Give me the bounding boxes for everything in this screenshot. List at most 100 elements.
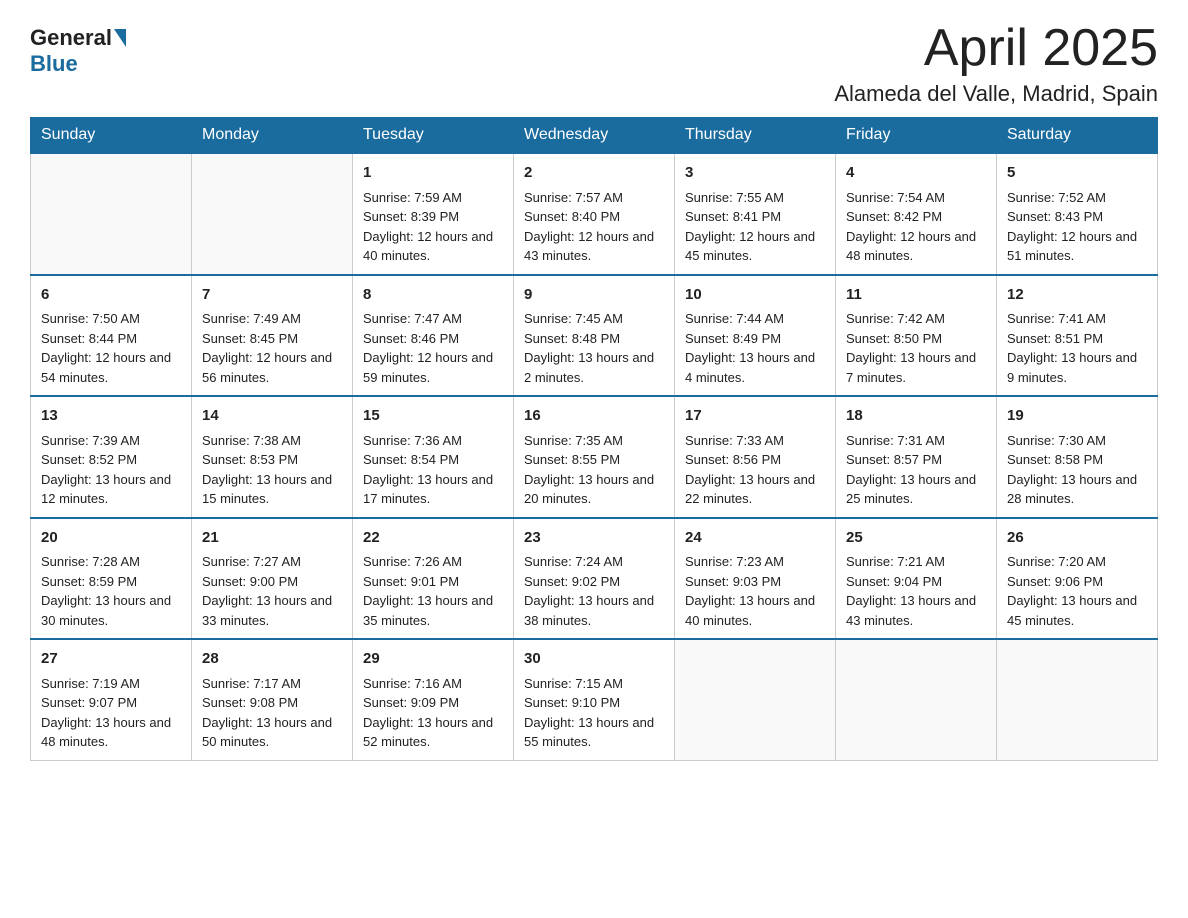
- header-cell-monday: Monday: [192, 118, 353, 154]
- day-number: 4: [846, 162, 986, 185]
- day-info: Sunrise: 7:26 AMSunset: 9:01 PMDaylight:…: [363, 552, 503, 630]
- calendar-cell: 7Sunrise: 7:49 AMSunset: 8:45 PMDaylight…: [192, 275, 353, 397]
- calendar-cell: 23Sunrise: 7:24 AMSunset: 9:02 PMDayligh…: [514, 518, 675, 640]
- calendar-cell: 6Sunrise: 7:50 AMSunset: 8:44 PMDaylight…: [31, 275, 192, 397]
- day-number: 3: [685, 162, 825, 185]
- day-info: Sunrise: 7:27 AMSunset: 9:00 PMDaylight:…: [202, 552, 342, 630]
- calendar-cell: [31, 153, 192, 275]
- header-cell-thursday: Thursday: [675, 118, 836, 154]
- day-info: Sunrise: 7:19 AMSunset: 9:07 PMDaylight:…: [41, 674, 181, 752]
- calendar-cell: [997, 639, 1158, 760]
- day-number: 16: [524, 405, 664, 428]
- calendar-cell: 12Sunrise: 7:41 AMSunset: 8:51 PMDayligh…: [997, 275, 1158, 397]
- day-info: Sunrise: 7:36 AMSunset: 8:54 PMDaylight:…: [363, 431, 503, 509]
- day-info: Sunrise: 7:54 AMSunset: 8:42 PMDaylight:…: [846, 188, 986, 266]
- calendar-cell: [675, 639, 836, 760]
- header-cell-sunday: Sunday: [31, 118, 192, 154]
- calendar-row: 27 Sunrise: 7:19 AMSunset: 9:07 PMDayligh…: [31, 639, 1158, 760]
- day-info: Sunrise: 7:17 AMSunset: 9:08 PMDaylight:…: [202, 674, 342, 752]
- day-number: 25: [846, 527, 986, 550]
- day-info: Sunrise: 7:31 AMSunset: 8:57 PMDaylight:…: [846, 431, 986, 509]
- day-number: 24: [685, 527, 825, 550]
- day-number: 15: [363, 405, 503, 428]
- day-number: 10: [685, 284, 825, 307]
- calendar-cell: 10Sunrise: 7:44 AMSunset: 8:49 PMDayligh…: [675, 275, 836, 397]
- calendar-cell: [192, 153, 353, 275]
- day-number: 14: [202, 405, 342, 428]
- day-number: 5: [1007, 162, 1147, 185]
- logo-arrow-icon: [114, 29, 126, 47]
- day-info: Sunrise: 7:49 AMSunset: 8:45 PMDaylight:…: [202, 309, 342, 387]
- calendar-cell: 3Sunrise: 7:55 AMSunset: 8:41 PMDaylight…: [675, 153, 836, 275]
- calendar-cell: 5 Sunrise: 7:52 AMSunset: 8:43 PMDaylight…: [997, 153, 1158, 275]
- day-number: 13: [41, 405, 181, 428]
- day-info: Sunrise: 7:45 AMSunset: 8:48 PMDaylight:…: [524, 309, 664, 387]
- header-cell-tuesday: Tuesday: [353, 118, 514, 154]
- day-info: Sunrise: 7:23 AMSunset: 9:03 PMDaylight:…: [685, 552, 825, 630]
- day-number: 20: [41, 527, 181, 550]
- calendar-cell: 29Sunrise: 7:16 AMSunset: 9:09 PMDayligh…: [353, 639, 514, 760]
- day-number: 9: [524, 284, 664, 307]
- calendar-cell: 24Sunrise: 7:23 AMSunset: 9:03 PMDayligh…: [675, 518, 836, 640]
- calendar-cell: 21Sunrise: 7:27 AMSunset: 9:00 PMDayligh…: [192, 518, 353, 640]
- day-info: Sunrise: 7:47 AMSunset: 8:46 PMDaylight:…: [363, 309, 503, 387]
- calendar-cell: 16Sunrise: 7:35 AMSunset: 8:55 PMDayligh…: [514, 396, 675, 518]
- calendar-cell: 8Sunrise: 7:47 AMSunset: 8:46 PMDaylight…: [353, 275, 514, 397]
- calendar-cell: 18 Sunrise: 7:31 AMSunset: 8:57 PMDayligh…: [836, 396, 997, 518]
- header-cell-wednesday: Wednesday: [514, 118, 675, 154]
- calendar-row: 1Sunrise: 7:59 AMSunset: 8:39 PMDaylight…: [31, 153, 1158, 275]
- day-info: Sunrise: 7:41 AMSunset: 8:51 PMDaylight:…: [1007, 309, 1147, 387]
- calendar-cell: 11Sunrise: 7:42 AMSunset: 8:50 PMDayligh…: [836, 275, 997, 397]
- header-cell-friday: Friday: [836, 118, 997, 154]
- page-header: General Blue April 2025 Alameda del Vall…: [30, 20, 1158, 107]
- calendar-body: 1Sunrise: 7:59 AMSunset: 8:39 PMDaylight…: [31, 153, 1158, 760]
- day-number: 22: [363, 527, 503, 550]
- calendar-cell: 22Sunrise: 7:26 AMSunset: 9:01 PMDayligh…: [353, 518, 514, 640]
- day-info: Sunrise: 7:52 AMSunset: 8:43 PMDaylight:…: [1007, 188, 1147, 266]
- day-info: Sunrise: 7:39 AMSunset: 8:52 PMDaylight:…: [41, 431, 181, 509]
- day-info: Sunrise: 7:15 AMSunset: 9:10 PMDaylight:…: [524, 674, 664, 752]
- day-number: 23: [524, 527, 664, 550]
- page-subtitle: Alameda del Valle, Madrid, Spain: [834, 81, 1158, 107]
- day-info: Sunrise: 7:28 AMSunset: 8:59 PMDaylight:…: [41, 552, 181, 630]
- day-number: 30: [524, 648, 664, 671]
- title-block: April 2025 Alameda del Valle, Madrid, Sp…: [834, 20, 1158, 107]
- calendar-cell: 27 Sunrise: 7:19 AMSunset: 9:07 PMDayligh…: [31, 639, 192, 760]
- calendar-row: 20Sunrise: 7:28 AMSunset: 8:59 PMDayligh…: [31, 518, 1158, 640]
- calendar-row: 13 Sunrise: 7:39 AMSunset: 8:52 PMDayligh…: [31, 396, 1158, 518]
- day-info: Sunrise: 7:30 AMSunset: 8:58 PMDaylight:…: [1007, 431, 1147, 509]
- day-number: 2: [524, 162, 664, 185]
- day-number: 17: [685, 405, 825, 428]
- calendar-cell: 26Sunrise: 7:20 AMSunset: 9:06 PMDayligh…: [997, 518, 1158, 640]
- calendar-header: SundayMondayTuesdayWednesdayThursdayFrid…: [31, 118, 1158, 154]
- day-number: 18: [846, 405, 986, 428]
- day-number: 8: [363, 284, 503, 307]
- day-info: Sunrise: 7:59 AMSunset: 8:39 PMDaylight:…: [363, 188, 503, 266]
- calendar-cell: 2Sunrise: 7:57 AMSunset: 8:40 PMDaylight…: [514, 153, 675, 275]
- calendar-cell: [836, 639, 997, 760]
- header-cell-saturday: Saturday: [997, 118, 1158, 154]
- calendar-cell: 17 Sunrise: 7:33 AMSunset: 8:56 PMDayligh…: [675, 396, 836, 518]
- day-info: Sunrise: 7:33 AMSunset: 8:56 PMDaylight:…: [685, 431, 825, 509]
- calendar-cell: 13 Sunrise: 7:39 AMSunset: 8:52 PMDayligh…: [31, 396, 192, 518]
- day-number: 26: [1007, 527, 1147, 550]
- day-number: 27: [41, 648, 181, 671]
- logo-general-text: General: [30, 25, 112, 51]
- day-info: Sunrise: 7:50 AMSunset: 8:44 PMDaylight:…: [41, 309, 181, 387]
- calendar-cell: 1Sunrise: 7:59 AMSunset: 8:39 PMDaylight…: [353, 153, 514, 275]
- calendar-cell: 19Sunrise: 7:30 AMSunset: 8:58 PMDayligh…: [997, 396, 1158, 518]
- calendar-cell: 25Sunrise: 7:21 AMSunset: 9:04 PMDayligh…: [836, 518, 997, 640]
- day-info: Sunrise: 7:20 AMSunset: 9:06 PMDaylight:…: [1007, 552, 1147, 630]
- day-number: 6: [41, 284, 181, 307]
- calendar-cell: 14Sunrise: 7:38 AMSunset: 8:53 PMDayligh…: [192, 396, 353, 518]
- calendar-row: 6Sunrise: 7:50 AMSunset: 8:44 PMDaylight…: [31, 275, 1158, 397]
- day-number: 21: [202, 527, 342, 550]
- calendar-cell: 4 Sunrise: 7:54 AMSunset: 8:42 PMDaylight…: [836, 153, 997, 275]
- day-info: Sunrise: 7:24 AMSunset: 9:02 PMDaylight:…: [524, 552, 664, 630]
- day-number: 28: [202, 648, 342, 671]
- day-number: 11: [846, 284, 986, 307]
- day-info: Sunrise: 7:16 AMSunset: 9:09 PMDaylight:…: [363, 674, 503, 752]
- day-info: Sunrise: 7:42 AMSunset: 8:50 PMDaylight:…: [846, 309, 986, 387]
- logo: General Blue: [30, 20, 128, 77]
- calendar-cell: 20Sunrise: 7:28 AMSunset: 8:59 PMDayligh…: [31, 518, 192, 640]
